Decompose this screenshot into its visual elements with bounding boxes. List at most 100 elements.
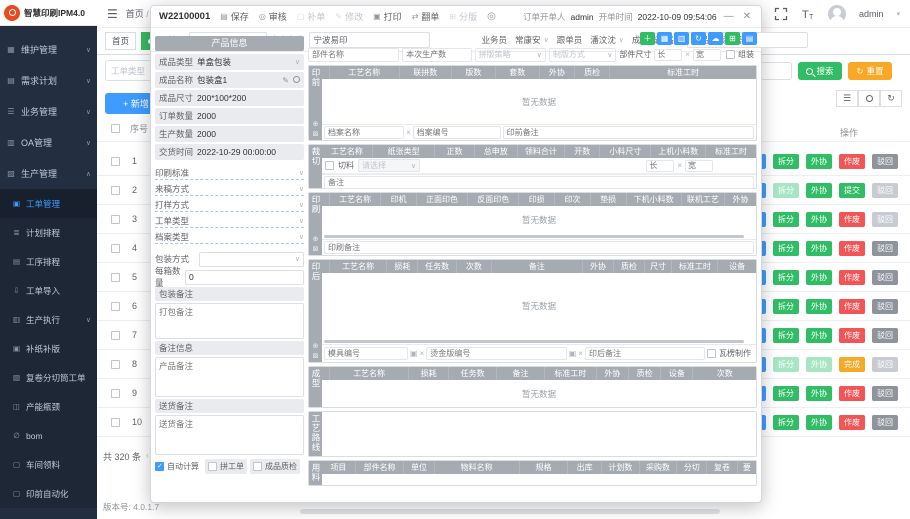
product-type-row[interactable]: 成品类型 单盒包装 ∨ [155, 54, 304, 70]
grid-icon[interactable]: ⊞ [725, 32, 740, 45]
sidebar-item-maintenance[interactable]: ▦ 维护管理 ∨ [0, 34, 97, 65]
outsource-button[interactable]: 外协 [806, 270, 832, 285]
void-button[interactable]: 作废 [839, 328, 865, 343]
small-material-length-input[interactable] [646, 160, 674, 172]
pack-mode-select[interactable]: ∨ [199, 252, 304, 267]
outsource-button[interactable]: 外协 [806, 212, 832, 227]
box-icon[interactable]: ▣ [569, 349, 577, 358]
void-button[interactable]: 作废 [839, 415, 865, 430]
part-width-input[interactable] [693, 49, 721, 61]
reject-button[interactable]: 驳回 [872, 357, 898, 372]
assemble-checkbox[interactable]: 组装 [726, 47, 757, 62]
sidebar-item-rewind-slit[interactable]: ▧ 复卷分切筒工单 [0, 363, 97, 392]
row-checkbox[interactable] [111, 302, 120, 311]
split-button[interactable]: 拆分 [773, 212, 799, 227]
sidebar-item-work-order[interactable]: ▣ 工单管理 [0, 189, 97, 218]
outsource-button[interactable]: 外协 [806, 183, 832, 198]
search-icon[interactable] [293, 76, 300, 85]
reject-button[interactable]: 驳回 [872, 154, 898, 169]
density-icon[interactable]: ☰ [836, 90, 858, 107]
add-icon[interactable]: ＋ [640, 32, 655, 45]
sidebar-item-oa[interactable]: ▥ OA管理 ∨ [0, 127, 97, 158]
sidebar-item-production-exec[interactable]: ▥ 生产执行 ∨ [0, 305, 97, 334]
sidebar-item-order-import[interactable]: ⇩ 工单导入 [0, 276, 97, 305]
outsource-button[interactable]: 外协 [806, 328, 832, 343]
reject-button[interactable]: 驳回 [872, 415, 898, 430]
split-button[interactable]: 拆分 [773, 299, 799, 314]
submit-button[interactable]: 提交 [839, 183, 865, 198]
row-checkbox[interactable] [111, 215, 120, 224]
sidebar-item-demand-plan[interactable]: ▤ 需求计划 ∨ [0, 65, 97, 96]
auto-calc-checkbox[interactable]: 自动计算 [155, 459, 202, 474]
row-checkbox[interactable] [111, 157, 120, 166]
row-checkbox[interactable] [111, 418, 120, 427]
font-size-icon[interactable]: TT [801, 7, 815, 21]
cutting-note-input[interactable] [324, 176, 754, 189]
corrugated-checkbox[interactable]: 瓦楞制作 [707, 346, 754, 361]
sync-icon[interactable]: ↻ [691, 32, 706, 45]
visibility-icon[interactable]: ◎ [487, 11, 496, 22]
outsource-button[interactable]: 外协 [806, 154, 832, 169]
split-button[interactable]: 拆分 [773, 415, 799, 430]
part-name-input[interactable] [308, 48, 399, 62]
void-button[interactable]: 作废 [839, 241, 865, 256]
add-row-icon[interactable]: ⊕ [313, 342, 319, 350]
postpress-note-input[interactable] [585, 347, 705, 360]
mold-no-input[interactable] [324, 347, 408, 360]
outsource-button[interactable]: 外协 [806, 299, 832, 314]
row-checkbox[interactable] [111, 244, 120, 253]
merge-order-checkbox[interactable]: 拼工单 [205, 459, 247, 474]
row-checkbox[interactable] [111, 273, 120, 282]
delete-row-icon[interactable]: ⊠ [313, 130, 319, 138]
split-button[interactable]: 拆分 [773, 328, 799, 343]
void-button[interactable]: 作废 [839, 386, 865, 401]
reject-button[interactable]: 驳回 [872, 386, 898, 401]
audit-button[interactable]: ◎审核 [259, 10, 287, 23]
part-length-input[interactable] [654, 49, 682, 61]
prepress-note-input[interactable] [503, 126, 754, 139]
horizontal-scrollbar[interactable] [324, 235, 744, 238]
product-qc-checkbox[interactable]: 成品质检 [250, 459, 300, 474]
sidebar-item-plan-schedule[interactable]: ≣ 计划排程 [0, 218, 97, 247]
archive-type-select[interactable]: 档案类型∨ [155, 230, 304, 244]
document-icon[interactable]: ▤ [742, 32, 757, 45]
user-menu-chevron-icon[interactable]: ▾ [896, 10, 900, 18]
minimize-icon[interactable]: — [722, 11, 736, 22]
impose-strategy-select[interactable]: 拼版策略∨ [475, 48, 546, 62]
save-button[interactable]: ▤保存 [220, 10, 249, 23]
reject-button[interactable]: 驳回 [872, 183, 898, 198]
row-checkbox[interactable] [111, 389, 120, 398]
column-search-icon[interactable] [858, 90, 880, 107]
void-button[interactable]: 作废 [839, 299, 865, 314]
fullscreen-icon[interactable] [774, 7, 788, 21]
manuscript-mode-select[interactable]: 来稿方式∨ [155, 182, 304, 196]
add-row-icon[interactable]: ⊕ [313, 235, 319, 243]
search-button[interactable]: 搜索 [798, 62, 842, 80]
print-button[interactable]: ▣打印 [373, 10, 402, 23]
copy-icon[interactable]: ▦ [657, 32, 672, 45]
clear-icon[interactable]: × [406, 128, 411, 137]
split-button[interactable]: 拆分 [773, 183, 799, 198]
delivery-note-textarea[interactable] [155, 415, 304, 455]
proof-mode-select[interactable]: 打样方式∨ [155, 198, 304, 212]
small-material-width-input[interactable] [685, 160, 713, 172]
reject-button[interactable]: 驳回 [872, 299, 898, 314]
sidebar-item-process-schedule[interactable]: ▤ 工序排程 [0, 247, 97, 276]
complete-button[interactable]: 完成 [839, 357, 865, 372]
delete-row-icon[interactable]: ⊠ [313, 245, 319, 253]
product-remark-textarea[interactable] [155, 357, 304, 397]
outsource-button[interactable]: 外协 [806, 415, 832, 430]
outsource-button[interactable]: 外协 [806, 241, 832, 256]
box-icon[interactable]: ▣ [410, 349, 418, 358]
hamburger-icon[interactable]: ☰ [107, 7, 118, 21]
add-row-icon[interactable]: ⊕ [313, 120, 319, 128]
sidebar-item-bom[interactable]: ∅ bom [0, 421, 97, 450]
outsource-button[interactable]: 外协 [806, 357, 832, 372]
supplement-button[interactable]: ▢补单 [297, 10, 326, 23]
row-checkbox[interactable] [111, 331, 120, 340]
archive-name-input[interactable] [324, 126, 404, 139]
row-checkbox[interactable] [111, 186, 120, 195]
edit-icon[interactable]: ✎ [282, 76, 289, 85]
cloud-icon[interactable]: ☁ [708, 32, 723, 45]
horizontal-scrollbar[interactable] [324, 340, 744, 343]
